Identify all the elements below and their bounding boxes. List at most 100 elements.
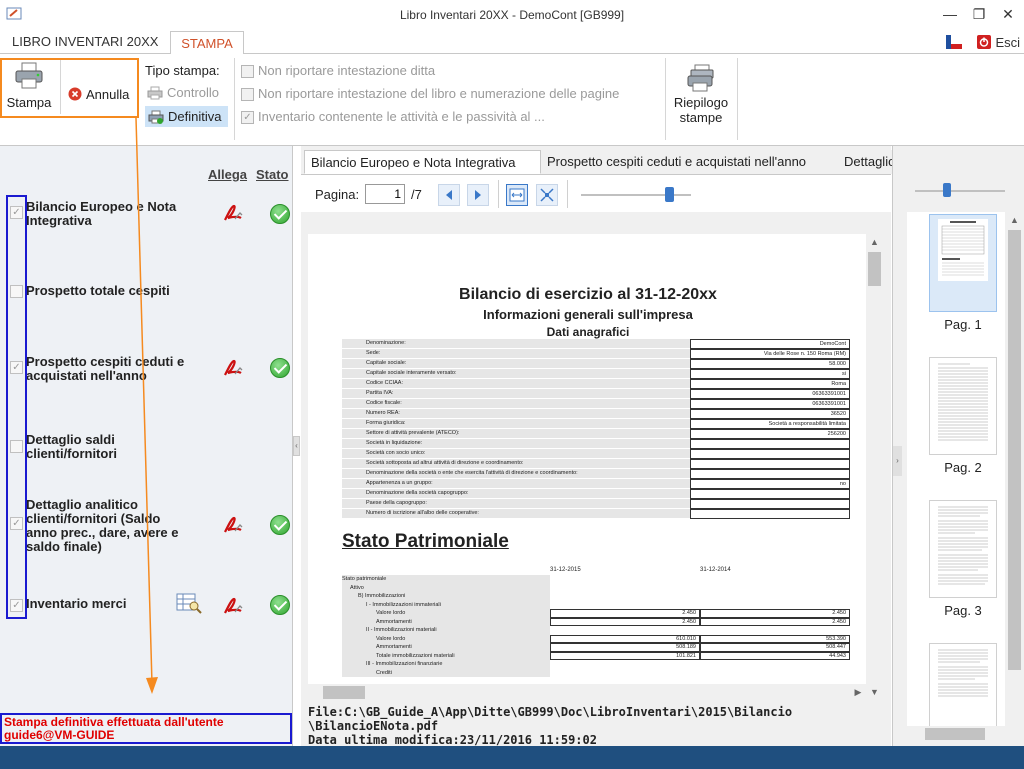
doc-vertical-scrollbar[interactable]: ▲ ▼ — [866, 234, 883, 697]
thumbnail-page-3[interactable] — [929, 500, 997, 598]
anagrafica-row: Codice CCIAA: Roma — [342, 379, 850, 389]
doc-label: Prospetto totale cespiti — [26, 283, 170, 298]
pdf-attach-icon[interactable] — [222, 202, 244, 224]
sp-row: Valore lordo 610.010 553.390 — [342, 634, 850, 643]
anagrafica-value: 06363391001 — [690, 399, 850, 409]
tab-stampa[interactable]: STAMPA — [170, 31, 244, 55]
zoom-slider[interactable] — [581, 187, 691, 202]
anagrafica-label: Paese della capogruppo: — [342, 499, 690, 508]
arrow-right-icon — [475, 190, 481, 200]
sp-label: B) Immobilizzazioni — [342, 592, 550, 601]
status-ok-icon — [270, 515, 290, 535]
previous-page-button[interactable] — [438, 184, 460, 206]
thumbnails-scroll-thumb[interactable] — [1008, 230, 1021, 670]
thumbnail-zoom-slider[interactable] — [915, 183, 1005, 197]
page-total: /7 — [411, 187, 422, 202]
anagrafica-row: Paese della capogruppo: — [342, 499, 850, 509]
sp-label: I - Immobilizzazioni immateriali — [342, 600, 550, 609]
sp-value: 553.390 — [700, 634, 850, 643]
orange-arrow-annotation — [135, 117, 158, 694]
anagrafica-value: 58.000 — [690, 359, 850, 369]
thumbnails-collapse-handle[interactable]: › — [893, 446, 902, 476]
anagrafica-value: 06363391001 — [690, 389, 850, 399]
controllo-button[interactable]: Controllo — [147, 85, 219, 100]
printer-small-icon — [147, 86, 163, 99]
anagrafica-row: Società in liquidazione: — [342, 439, 850, 449]
tab-libro-inventari[interactable]: LIBRO INVENTARI 20XX — [2, 30, 168, 54]
anagrafica-label: Forma giuridica: — [342, 419, 690, 428]
esci-button[interactable]: Esci — [977, 33, 1020, 51]
fit-page-button[interactable] — [536, 184, 558, 206]
riepilogo-stampe-button[interactable]: Riepilogo stampe — [668, 62, 734, 128]
thumbnail-zoom-thumb[interactable] — [943, 183, 951, 197]
option-inventario[interactable]: ✓ Inventario contenente le attività e le … — [241, 109, 545, 125]
doc-label: Dettaglio analitico clienti/fornitori (S… — [26, 497, 179, 554]
anagrafica-row: Settore di attività prevalente (ATECO): 2… — [342, 429, 850, 439]
tab-bilancio-europeo[interactable]: Bilancio Europeo e Nota Integrativa — [304, 150, 541, 174]
anagrafica-label: Denominazione della società o ente che e… — [342, 469, 690, 478]
anagrafica-row: Partita IVA: 06363391001 — [342, 389, 850, 399]
thumbnails-scrollbar[interactable]: ▲ — [1006, 212, 1023, 726]
arrow-left-icon — [446, 190, 452, 200]
inventory-table-icon[interactable] — [176, 591, 202, 615]
option-intestazione-ditta[interactable]: Non riportare intestazione ditta — [241, 63, 435, 79]
thumbnail-page-2[interactable] — [929, 357, 997, 455]
pdf-attach-icon[interactable] — [222, 595, 244, 617]
anagrafica-label: Appartenenza a un gruppo: — [342, 479, 690, 488]
scroll-down-button[interactable]: ▼ — [866, 684, 883, 701]
option2-checkbox[interactable] — [241, 88, 254, 102]
option2-label: Non riportare intestazione del libro e n… — [258, 86, 620, 101]
option3-checkbox[interactable]: ✓ — [241, 111, 254, 125]
doc-horizontal-scrollbar[interactable]: ▶ — [308, 684, 866, 701]
status-ok-icon — [270, 358, 290, 378]
file-path-line2: \BilancioENota.pdf — [308, 719, 439, 733]
thumbnail-page-1[interactable] — [929, 214, 997, 312]
sp-value: 508.447 — [700, 643, 850, 652]
maximize-button[interactable]: ❐ — [966, 4, 992, 24]
thumbnails-panel: › Pag. 1 Pag. 2 Pag. 3 ▲ — [892, 146, 1024, 746]
sp-value: 44.943 — [700, 651, 850, 660]
splitter-collapse-handle[interactable]: ‹ — [293, 436, 300, 456]
thumbnails-h-thumb — [925, 728, 985, 740]
anagrafica-value: Società a responsabilità limitata — [690, 419, 850, 429]
page-number-input[interactable] — [365, 184, 405, 204]
option1-checkbox[interactable] — [241, 65, 254, 79]
fit-page-icon — [540, 188, 554, 202]
anagrafica-value — [690, 459, 850, 469]
doc-label: Inventario merci — [26, 596, 127, 611]
anagrafica-row: Società con socio unico: — [342, 449, 850, 459]
doc-vertical-scroll-thumb[interactable] — [868, 252, 881, 286]
next-page-button[interactable] — [467, 184, 489, 206]
anagrafica-label: Denominazione: — [342, 339, 690, 348]
zoom-slider-thumb[interactable] — [665, 187, 674, 202]
thumbnails-horizontal-scrollbar[interactable] — [907, 726, 1023, 742]
anagrafica-row: Appartenenza a un gruppo: no — [342, 479, 850, 489]
fit-width-button[interactable] — [506, 184, 528, 206]
sp-label: III - Immobilizzazioni finanziarie — [342, 660, 550, 669]
stato-header: Stato — [256, 167, 289, 182]
anagrafica-label: Sede: — [342, 349, 690, 358]
stato-patrimoniale-title: Stato Patrimoniale — [342, 531, 509, 552]
esci-label: Esci — [995, 34, 1020, 50]
sp-value: 2.450 — [550, 617, 700, 626]
pdf-attach-icon[interactable] — [222, 357, 244, 379]
tab-prospetto-cespiti[interactable]: Prospetto cespiti ceduti e acquistati ne… — [541, 150, 838, 174]
sp-row: Crediti — [342, 668, 850, 677]
thumbnail-label-3: Pag. 3 — [944, 603, 982, 618]
doc-horizontal-scroll-thumb[interactable] — [323, 686, 365, 699]
highlight-checkbox-column — [6, 195, 27, 619]
pdf-attach-icon[interactable] — [222, 514, 244, 536]
ribbon-tabs: LIBRO INVENTARI 20XX STAMPA Esci — [0, 30, 1024, 55]
minimize-button[interactable]: — — [937, 4, 963, 24]
sp-value: 2.450 — [550, 609, 700, 618]
anagrafica-value: 256200 — [690, 429, 850, 439]
sp-label: Valore lordo — [342, 634, 550, 643]
option-intestazione-libro[interactable]: Non riportare intestazione del libro e n… — [241, 86, 620, 102]
anagrafica-value: Roma — [690, 379, 850, 389]
sp-row: Ammortamenti 508.189 508.447 — [342, 643, 850, 652]
sp-row: III - Immobilizzazioni finanziarie — [342, 660, 850, 669]
sp-label: Attivo — [342, 583, 550, 592]
close-button[interactable]: ✕ — [995, 4, 1021, 24]
file-path-line1: File:C:\GB_Guide_A\App\Ditte\GB999\Doc\L… — [308, 705, 793, 719]
thumbnail-preview-1 — [938, 219, 988, 281]
